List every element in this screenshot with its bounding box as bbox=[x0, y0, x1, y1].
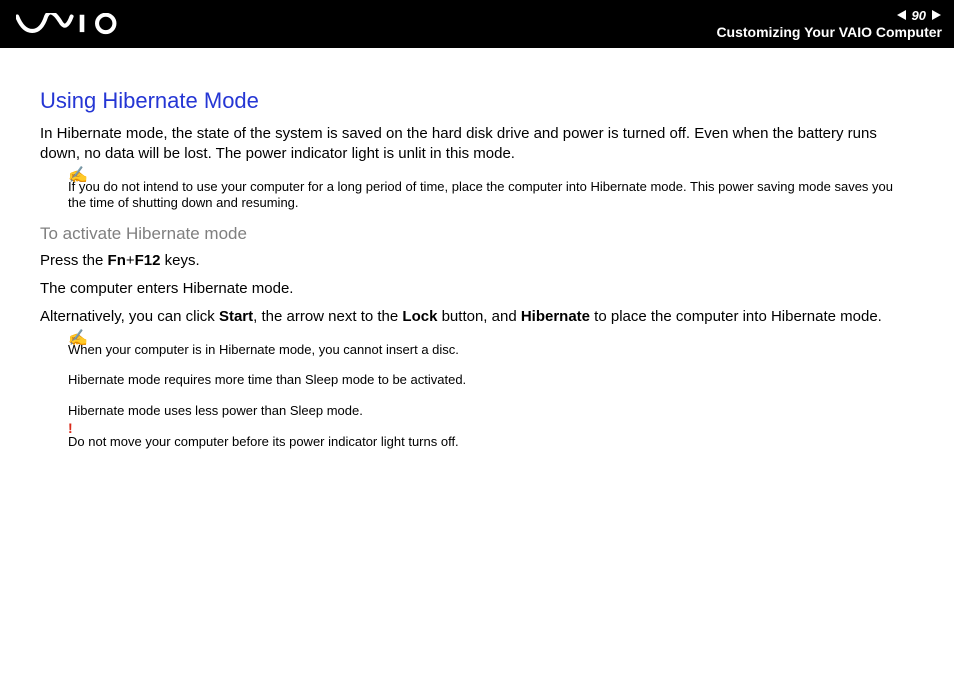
note-line-1: When your computer is in Hibernate mode,… bbox=[68, 342, 914, 359]
note-line-2: Hibernate mode requires more time than S… bbox=[68, 372, 914, 389]
note-text-1: If you do not intend to use your compute… bbox=[68, 179, 914, 213]
header-right: 90 Customizing Your VAIO Computer bbox=[716, 9, 942, 40]
vaio-logo-svg bbox=[16, 13, 126, 35]
header-bar: 90 Customizing Your VAIO Computer bbox=[0, 0, 954, 48]
intro-paragraph: In Hibernate mode, the state of the syst… bbox=[40, 124, 914, 165]
warning-block: ! Do not move your computer before its p… bbox=[68, 434, 914, 451]
note-block-1: ✍ If you do not intend to use your compu… bbox=[68, 179, 914, 213]
note-icon: ✍ bbox=[68, 165, 88, 185]
warning-icon: ! bbox=[68, 420, 73, 436]
step-2: The computer enters Hibernate mode. bbox=[40, 278, 914, 300]
next-page-icon[interactable] bbox=[930, 9, 942, 21]
warning-text: Do not move your computer before its pow… bbox=[68, 434, 914, 451]
page-content: Using Hibernate Mode In Hibernate mode, … bbox=[0, 48, 954, 451]
page-nav: 90 bbox=[896, 9, 942, 22]
page-title: Using Hibernate Mode bbox=[40, 88, 914, 114]
prev-page-icon[interactable] bbox=[896, 9, 908, 21]
section-name: Customizing Your VAIO Computer bbox=[716, 24, 942, 40]
notes-group: ✍ When your computer is in Hibernate mod… bbox=[68, 342, 914, 421]
vaio-logo bbox=[16, 13, 126, 35]
note-line-3: Hibernate mode uses less power than Slee… bbox=[68, 403, 914, 420]
note-icon: ✍ bbox=[68, 328, 88, 348]
page-number: 90 bbox=[912, 9, 926, 22]
step-1: Press the Fn+F12 keys. bbox=[40, 250, 914, 272]
alternative-step: Alternatively, you can click Start, the … bbox=[40, 306, 914, 328]
subheading: To activate Hibernate mode bbox=[40, 224, 914, 244]
